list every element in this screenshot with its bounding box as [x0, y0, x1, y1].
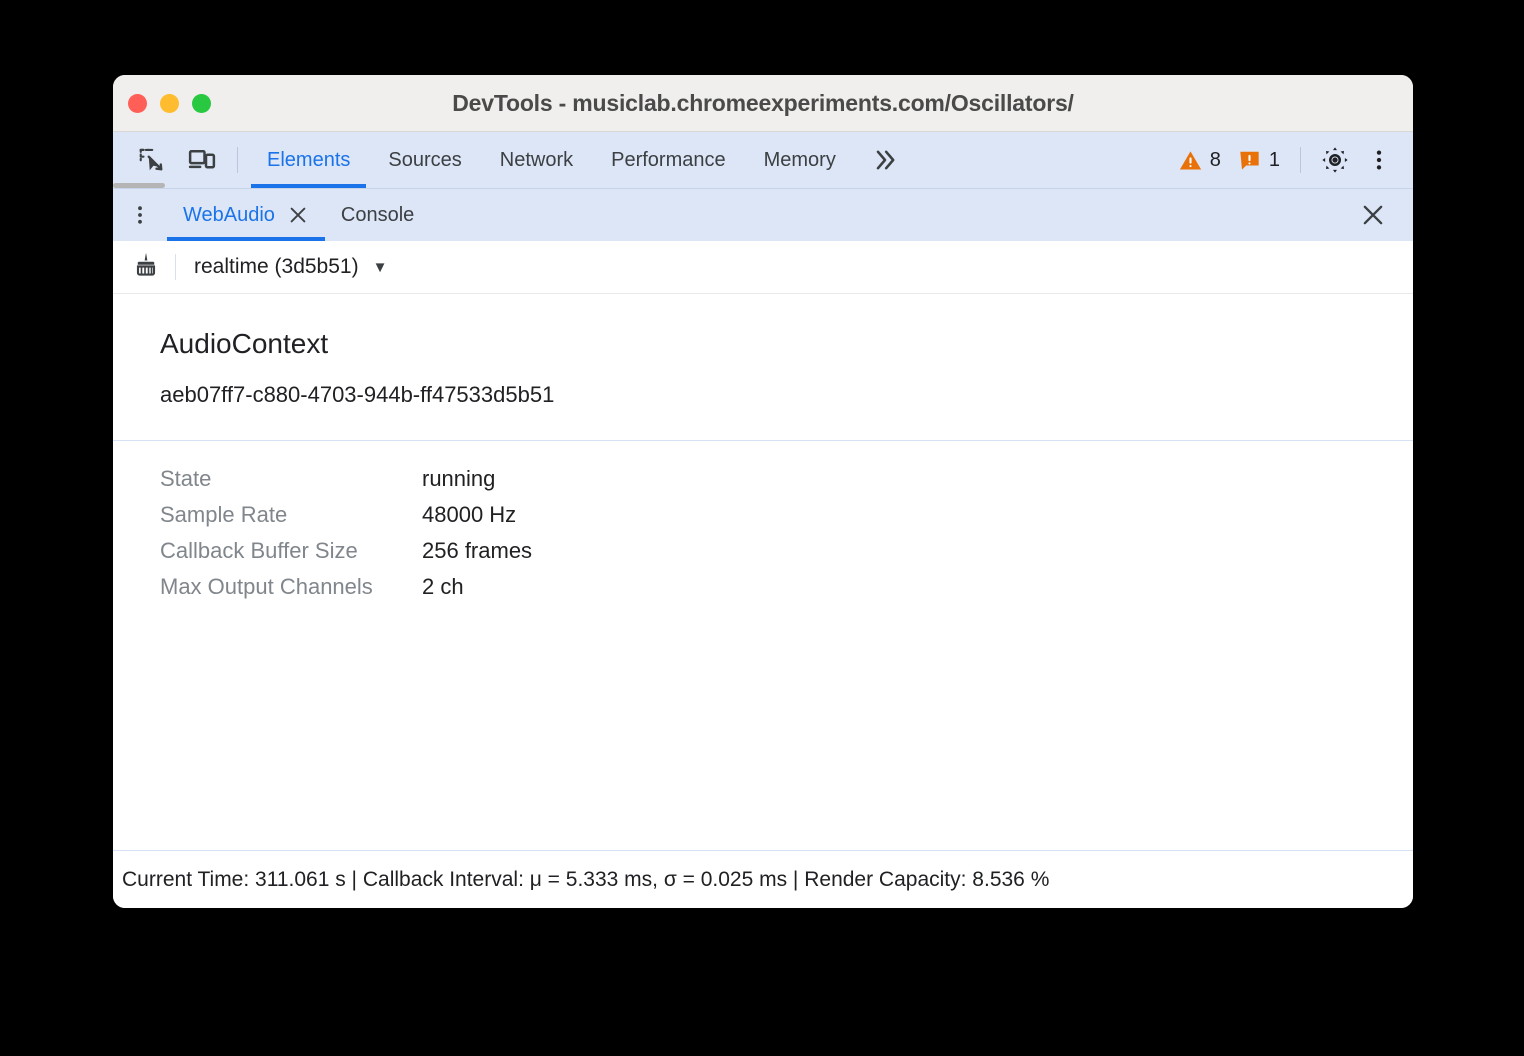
tab-network[interactable]: Network [481, 132, 592, 188]
property-value-sample-rate: 48000 Hz [422, 502, 516, 528]
webaudio-toolbar: realtime (3d5b51) ▼ [113, 241, 1413, 294]
tab-memory[interactable]: Memory [745, 132, 855, 188]
tab-performance[interactable]: Performance [592, 132, 745, 188]
warning-counter[interactable]: 8 [1170, 148, 1229, 173]
status-bar: Current Time: 311.061 s | Callback Inter… [113, 850, 1413, 908]
property-row: State running [160, 466, 1413, 502]
warning-count: 8 [1210, 149, 1221, 172]
screen: DevTools - musiclab.chromeexperiments.co… [0, 0, 1524, 1056]
drawer-tab-console-label: Console [341, 204, 414, 227]
issue-count: 1 [1269, 149, 1280, 172]
clear-brush-icon[interactable] [131, 250, 161, 285]
property-label-state: State [160, 466, 422, 492]
page-title: AudioContext [160, 328, 1413, 360]
issue-bubble-icon [1237, 148, 1262, 173]
webaudio-content: AudioContext aeb07ff7-c880-4703-944b-ff4… [113, 294, 1413, 850]
tab-sources-label: Sources [388, 149, 461, 172]
tab-network-label: Network [500, 149, 573, 172]
property-label-sample-rate: Sample Rate [160, 502, 422, 528]
status-bar-text: Current Time: 311.061 s | Callback Inter… [122, 868, 1049, 892]
drawer-tab-webaudio[interactable]: WebAudio [167, 189, 325, 241]
zoom-window-button[interactable] [192, 94, 211, 113]
property-row: Callback Buffer Size 256 frames [160, 538, 1413, 574]
devtools-window: DevTools - musiclab.chromeexperiments.co… [113, 75, 1413, 908]
audio-context-selector-value: realtime (3d5b51) [194, 255, 359, 279]
close-window-button[interactable] [128, 94, 147, 113]
drawer-tab-console[interactable]: Console [325, 189, 430, 241]
audio-context-properties: State running Sample Rate 48000 Hz Callb… [113, 441, 1413, 610]
device-toolbar-icon[interactable] [177, 132, 227, 188]
close-drawer-icon[interactable] [1345, 189, 1413, 241]
panel-tabs: Elements Sources Network Performance Mem… [248, 132, 915, 188]
audio-context-selector[interactable]: realtime (3d5b51) ▼ [194, 255, 387, 279]
toolbar-divider [175, 254, 176, 280]
tab-elements-label: Elements [267, 149, 350, 172]
tab-memory-label: Memory [764, 149, 836, 172]
minimize-window-button[interactable] [160, 94, 179, 113]
close-icon[interactable] [287, 204, 309, 226]
drawer-tabbar: WebAudio Console [113, 188, 1413, 241]
drawer-more-menu-icon[interactable] [113, 189, 167, 241]
chevron-down-icon: ▼ [373, 260, 388, 275]
property-label-callback-buffer-size: Callback Buffer Size [160, 538, 422, 564]
tab-sources[interactable]: Sources [369, 132, 480, 188]
drawer-tab-webaudio-label: WebAudio [183, 204, 275, 227]
more-tabs-chevron-icon[interactable] [855, 132, 915, 188]
traffic-lights [128, 75, 211, 131]
audio-context-header: AudioContext aeb07ff7-c880-4703-944b-ff4… [113, 294, 1413, 408]
inspect-element-icon[interactable] [127, 132, 177, 188]
tab-elements[interactable]: Elements [248, 132, 369, 188]
property-row: Max Output Channels 2 ch [160, 574, 1413, 610]
issue-counter[interactable]: 1 [1229, 148, 1288, 173]
panel-tabbar: Elements Sources Network Performance Mem… [113, 132, 1413, 188]
window-titlebar: DevTools - musiclab.chromeexperiments.co… [113, 75, 1413, 132]
toolbar-divider [1300, 147, 1301, 173]
property-value-state: running [422, 466, 495, 492]
warning-triangle-icon [1178, 148, 1203, 173]
tab-performance-label: Performance [611, 149, 726, 172]
property-row: Sample Rate 48000 Hz [160, 502, 1413, 538]
audio-context-id: aeb07ff7-c880-4703-944b-ff47533d5b51 [160, 382, 1413, 408]
toolbar-divider [237, 147, 238, 173]
gear-icon[interactable] [1313, 138, 1357, 182]
kebab-menu-icon[interactable] [1357, 138, 1401, 182]
window-title: DevTools - musiclab.chromeexperiments.co… [113, 90, 1413, 117]
property-label-max-output-channels: Max Output Channels [160, 574, 422, 600]
property-value-max-output-channels: 2 ch [422, 574, 464, 600]
property-value-callback-buffer-size: 256 frames [422, 538, 532, 564]
panel-tabbar-right: 8 1 [1170, 132, 1413, 188]
